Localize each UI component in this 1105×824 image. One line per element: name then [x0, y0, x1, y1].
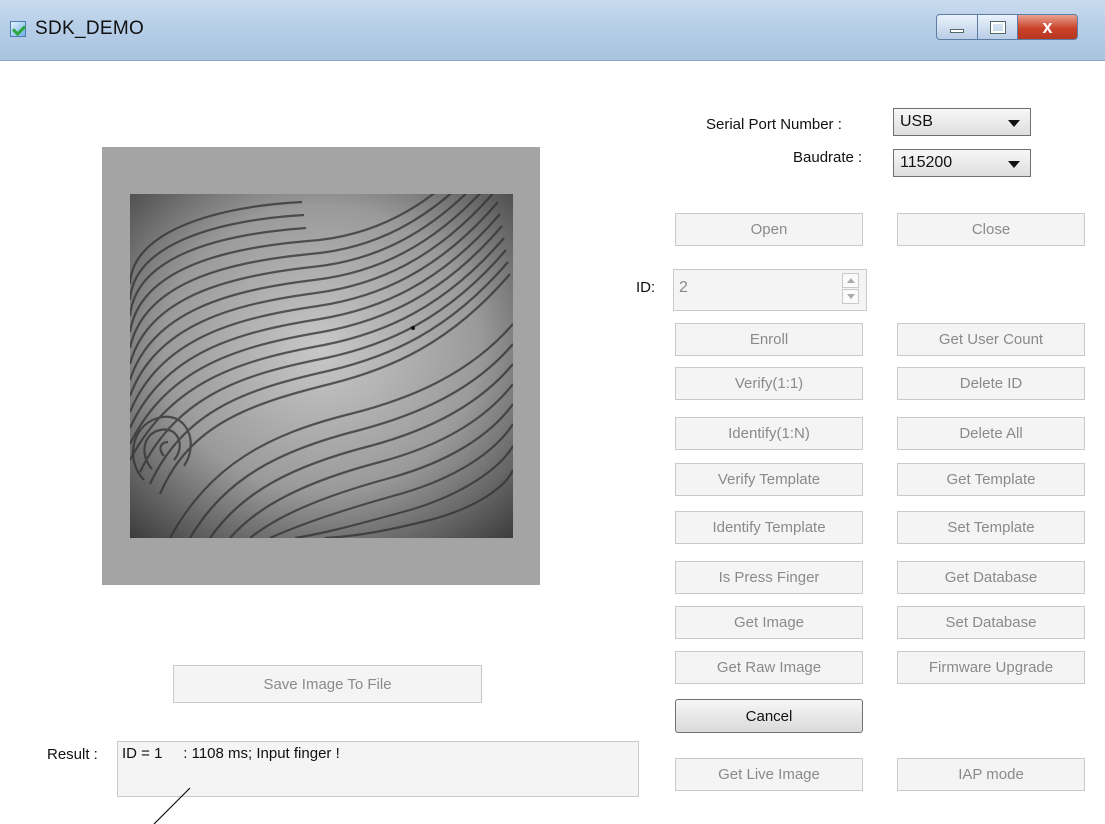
id-value: 2	[679, 279, 688, 296]
get-database-button[interactable]: Get Database	[897, 561, 1085, 594]
title-bar: SDK_DEMO x	[0, 0, 1105, 61]
baudrate-label: Baudrate :	[793, 149, 863, 166]
get-live-image-button[interactable]: Get Live Image	[675, 758, 863, 791]
result-text: ID = 1 : 1108 ms; Input finger !	[122, 745, 340, 762]
id-label: ID:	[636, 279, 656, 296]
serial-port-select[interactable]: USB	[893, 108, 1031, 136]
dropdown-arrow-icon	[1008, 161, 1020, 168]
result-textbox[interactable]: ID = 1 : 1108 ms; Input finger !	[117, 741, 639, 797]
id-spinner[interactable]: 2	[673, 269, 867, 311]
dropdown-arrow-icon	[1008, 120, 1020, 127]
enroll-button[interactable]: Enroll	[675, 323, 863, 356]
serial-port-value: USB	[900, 113, 933, 130]
maximize-button[interactable]	[978, 14, 1018, 40]
minimize-button[interactable]	[936, 14, 978, 40]
serial-port-label: Serial Port Number :	[706, 116, 842, 133]
close-window-button[interactable]: x	[1018, 14, 1078, 40]
get-image-button[interactable]: Get Image	[675, 606, 863, 639]
get-template-button[interactable]: Get Template	[897, 463, 1085, 496]
get-raw-image-button[interactable]: Get Raw Image	[675, 651, 863, 684]
spin-up-icon[interactable]	[842, 273, 859, 288]
baudrate-select[interactable]: 115200	[893, 149, 1031, 177]
close-icon: x	[1042, 16, 1053, 37]
save-image-button[interactable]: Save Image To File	[173, 665, 482, 703]
firmware-upgrade-button[interactable]: Firmware Upgrade	[897, 651, 1085, 684]
set-template-button[interactable]: Set Template	[897, 511, 1085, 544]
verify-template-button[interactable]: Verify Template	[675, 463, 863, 496]
get-user-count-button[interactable]: Get User Count	[897, 323, 1085, 356]
verify-button[interactable]: Verify(1:1)	[675, 367, 863, 400]
result-label: Result :	[47, 746, 98, 763]
identify-template-button[interactable]: Identify Template	[675, 511, 863, 544]
is-press-finger-button[interactable]: Is Press Finger	[675, 561, 863, 594]
minimize-icon	[950, 29, 964, 33]
iap-mode-button[interactable]: IAP mode	[897, 758, 1085, 791]
set-database-button[interactable]: Set Database	[897, 606, 1085, 639]
window-title: SDK_DEMO	[35, 18, 145, 39]
app-icon	[10, 21, 26, 37]
baudrate-value: 115200	[900, 154, 953, 171]
identify-button[interactable]: Identify(1:N)	[675, 417, 863, 450]
window-controls: x	[936, 14, 1078, 44]
spin-down-icon[interactable]	[842, 289, 859, 304]
pointer-line	[153, 787, 191, 824]
delete-all-button[interactable]: Delete All	[897, 417, 1085, 450]
open-button[interactable]: Open	[675, 213, 863, 246]
maximize-icon	[989, 20, 1006, 34]
delete-id-button[interactable]: Delete ID	[897, 367, 1085, 400]
cancel-button[interactable]: Cancel	[675, 699, 863, 733]
close-button[interactable]: Close	[897, 213, 1085, 246]
fingerprint-image	[130, 194, 513, 538]
